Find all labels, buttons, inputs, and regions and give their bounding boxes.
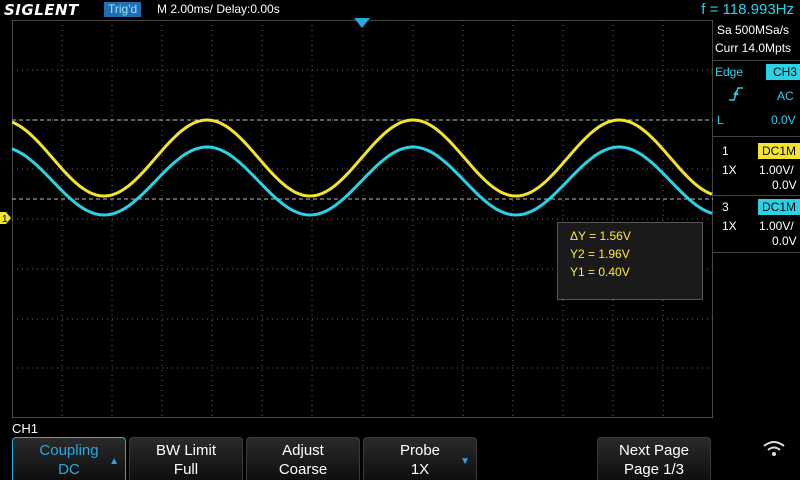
ch1-number: 1 [722, 144, 729, 158]
ch3-number: 3 [722, 200, 729, 214]
ch3-probe: 1X [722, 219, 737, 233]
arrow-up-icon: ▲ [109, 456, 119, 467]
arrow-down-icon: ▼ [460, 456, 470, 467]
ch1-coupling-badge: DC1M [758, 143, 800, 159]
trigger-level-label: L [717, 113, 724, 127]
right-info-panel: Sa 500MSa/s Curr 14.0Mpts Edge CH3 AC L … [713, 20, 800, 420]
ch3-scale: 1.00V/ [759, 219, 794, 233]
trigger-level: 0.0V [771, 113, 796, 127]
menu-title: CH1 [12, 421, 39, 436]
next-page-label: Next Page [618, 442, 690, 459]
y2-readout: Y2 = 1.96V [570, 247, 630, 261]
waveform-display[interactable] [12, 20, 713, 418]
bw-limit-softkey[interactable]: BW Limit Full [129, 437, 243, 480]
bw-limit-value: Full [173, 461, 199, 478]
probe-softkey[interactable]: Probe 1X ▼ [363, 437, 477, 480]
ch1-probe: 1X [722, 163, 737, 177]
y1-readout: Y1 = 0.40V [570, 265, 630, 279]
trigger-status-badge: Trig'd [104, 2, 142, 17]
adjust-value: Coarse [278, 461, 328, 478]
cursor-measurement-box: ΔY = 1.56V Y2 = 1.96V Y1 = 0.40V [557, 222, 703, 300]
bw-limit-label: BW Limit [156, 442, 216, 459]
trigger-source-badge: CH3 [766, 64, 800, 80]
frequency-readout: f = 118.993Hz [701, 1, 794, 18]
adjust-softkey[interactable]: Adjust Coarse [246, 437, 360, 480]
delta-y-readout: ΔY = 1.56V [570, 229, 631, 243]
adjust-label: Adjust [282, 442, 324, 459]
trigger-coupling: AC [777, 89, 794, 103]
coupling-softkey[interactable]: Coupling DC ▲ [12, 437, 126, 480]
wifi-icon[interactable] [762, 440, 786, 458]
ch1-marker-label: 1 [2, 214, 8, 224]
top-status-bar: SIGLENT Trig'd M 2.00ms/ Delay:0.00s f =… [0, 0, 800, 20]
ch1-ground-marker[interactable]: 1 [0, 212, 11, 224]
page-indicator: Page 1/3 [623, 461, 685, 478]
trigger-position-marker[interactable] [354, 18, 370, 28]
ch3-coupling-badge: DC1M [758, 199, 800, 215]
ch3-offset: 0.0V [772, 234, 797, 248]
memory-depth: Curr 14.0Mpts [715, 41, 792, 55]
brand-logo: SIGLENT [4, 1, 79, 19]
ch1-offset: 0.0V [772, 178, 797, 192]
ch1-scale: 1.00V/ [759, 163, 794, 177]
sample-rate: Sa 500MSa/s [717, 23, 790, 37]
rising-edge-icon [729, 87, 743, 101]
next-page-softkey[interactable]: Next Page Page 1/3 [597, 437, 711, 480]
timebase-readout: M 2.00ms/ Delay:0.00s [157, 2, 280, 16]
trigger-type: Edge [715, 65, 744, 79]
